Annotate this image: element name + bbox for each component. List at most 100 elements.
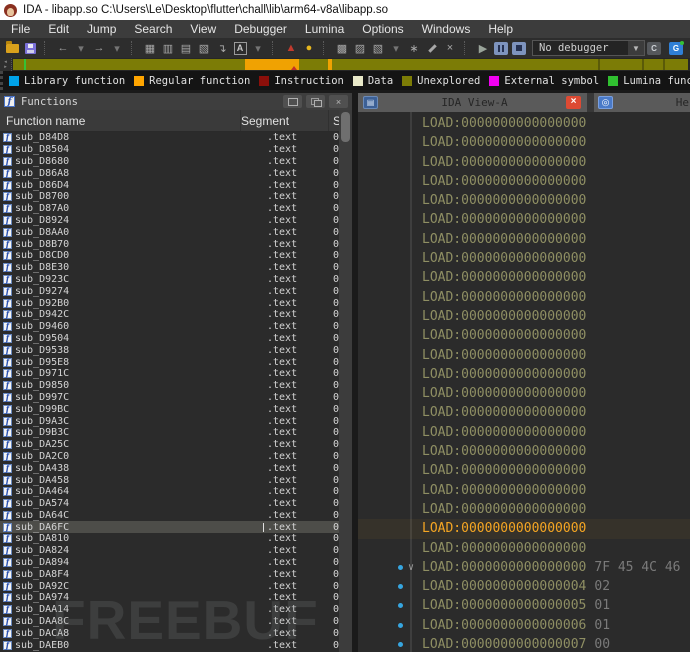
menu-item-view[interactable]: View: [181, 20, 225, 38]
function-row[interactable]: fsub_D86A8.text0: [0, 167, 352, 179]
problems-icon[interactable]: ▲: [283, 40, 299, 56]
function-row[interactable]: fsub_DA574.text0: [0, 498, 352, 510]
function-row[interactable]: fsub_D9274.text0: [0, 285, 352, 297]
function-row[interactable]: fsub_D9504.text0: [0, 333, 352, 345]
function-row[interactable]: fsub_DA464.text0: [0, 486, 352, 498]
disassembly-line[interactable]: LOAD:0000000000000000: [358, 403, 690, 422]
function-row[interactable]: fsub_DA6FC.text0: [0, 521, 352, 533]
function-attrs-icon[interactable]: ▧: [370, 40, 386, 56]
menu-item-search[interactable]: Search: [125, 20, 181, 38]
edit-pencil-icon[interactable]: [424, 40, 440, 56]
column-header-function-name[interactable]: Function name: [0, 110, 241, 131]
text-search-icon[interactable]: A: [232, 40, 248, 56]
remote-debugger-icon[interactable]: G: [668, 40, 684, 56]
menu-item-edit[interactable]: Edit: [39, 20, 78, 38]
function-row[interactable]: fsub_D942C.text0: [0, 309, 352, 321]
function-row[interactable]: fsub_DACA8.text0: [0, 627, 352, 639]
function-row[interactable]: fsub_D8504.text0: [0, 144, 352, 156]
disassembly-line[interactable]: LOAD:0000000000000000: [358, 346, 690, 365]
disassembly-view[interactable]: LOAD:0000000000000000LOAD:00000000000000…: [358, 112, 690, 652]
disassembly-line[interactable]: LOAD:0000000000000000: [358, 326, 690, 345]
tab-hex-view[interactable]: ◎ He: [594, 96, 690, 109]
function-row[interactable]: fsub_DAA14.text0: [0, 604, 352, 616]
function-row[interactable]: fsub_DAA8C.text0: [0, 616, 352, 628]
create-function-icon[interactable]: ▩: [334, 40, 350, 56]
column-header-segment[interactable]: Segment: [241, 110, 329, 131]
function-row[interactable]: fsub_D9A3C.text0: [0, 415, 352, 427]
function-row[interactable]: fsub_DA894.text0: [0, 557, 352, 569]
function-row[interactable]: fsub_D92B0.text0: [0, 297, 352, 309]
function-row[interactable]: fsub_D8E30.text0: [0, 262, 352, 274]
function-row[interactable]: fsub_D8924.text0: [0, 215, 352, 227]
disassembly-line[interactable]: LOAD:000000000000000700: [358, 635, 690, 652]
tab-ida-view-a[interactable]: IDA View-A: [383, 96, 566, 109]
collapse-arrow-icon[interactable]: ∨: [408, 558, 414, 577]
function-row[interactable]: fsub_DA458.text0: [0, 474, 352, 486]
function-row[interactable]: fsub_DA8F4.text0: [0, 568, 352, 580]
lumina-pull-icon[interactable]: ●: [301, 40, 317, 56]
navigate-forward-icon[interactable]: →: [91, 40, 107, 56]
navigation-band[interactable]: ◂▸: [0, 58, 690, 71]
cancel-icon[interactable]: ×: [442, 40, 458, 56]
back-history-dropdown[interactable]: ▾: [73, 40, 89, 56]
jump-down-icon[interactable]: ↴: [214, 40, 230, 56]
function-row[interactable]: fsub_D99BC.text0: [0, 403, 352, 415]
jump-to-xref-icon[interactable]: ▧: [196, 40, 212, 56]
debugger-windows-icon[interactable]: C: [646, 40, 662, 56]
disassembly-line[interactable]: LOAD:0000000000000000: [358, 210, 690, 229]
navband-track[interactable]: [13, 59, 688, 70]
disassembly-line[interactable]: LOAD:000000000000000501: [358, 596, 690, 615]
function-row[interactable]: fsub_DA92C.text0: [0, 580, 352, 592]
disassembly-line[interactable]: LOAD:0000000000000000: [358, 114, 690, 133]
maximize-panel-button[interactable]: [283, 95, 302, 108]
disassembly-line[interactable]: LOAD:0000000000000000: [358, 461, 690, 480]
function-row[interactable]: fsub_DA2C0.text0: [0, 451, 352, 463]
function-row[interactable]: fsub_DA824.text0: [0, 545, 352, 557]
function-row[interactable]: fsub_D9460.text0: [0, 321, 352, 333]
menu-item-options[interactable]: Options: [353, 20, 412, 38]
debugger-stop-icon[interactable]: [511, 40, 527, 56]
disassembly-line[interactable]: LOAD:0000000000000000: [358, 423, 690, 442]
navband-arrow-icon[interactable]: ▸: [4, 65, 7, 70]
function-row[interactable]: fsub_D8CD0.text0: [0, 250, 352, 262]
function-row[interactable]: fsub_D923C.text0: [0, 274, 352, 286]
float-panel-button[interactable]: [306, 95, 325, 108]
debugger-selector[interactable]: No debugger▼: [532, 40, 645, 56]
function-row[interactable]: fsub_D8AA0.text0: [0, 226, 352, 238]
function-row[interactable]: fsub_DAEB0.text0: [0, 639, 352, 651]
disassembly-line[interactable]: LOAD:0000000000000000: [358, 288, 690, 307]
function-row[interactable]: fsub_DA810.text0: [0, 533, 352, 545]
function-row[interactable]: fsub_D971C.text0: [0, 368, 352, 380]
function-row[interactable]: fsub_D9538.text0: [0, 344, 352, 356]
disassembly-line[interactable]: LOAD:0000000000000000: [358, 442, 690, 461]
function-row[interactable]: fsub_D86D4.text0: [0, 179, 352, 191]
menu-item-help[interactable]: Help: [479, 20, 522, 38]
disassembly-line[interactable]: LOAD:000000000000000402: [358, 577, 690, 596]
function-row[interactable]: fsub_D997C.text0: [0, 392, 352, 404]
disassembly-line[interactable]: LOAD:0000000000000000: [358, 500, 690, 519]
close-tab-button[interactable]: ×: [566, 96, 581, 109]
disassembly-line[interactable]: ∨LOAD:00000000000000007F 45 4C 46: [358, 558, 690, 577]
jump-to-function-icon[interactable]: ▦: [142, 40, 158, 56]
disassembly-line[interactable]: LOAD:0000000000000000: [358, 481, 690, 500]
jump-to-address-icon[interactable]: ▤: [178, 40, 194, 56]
disassembly-line[interactable]: LOAD:0000000000000000: [358, 133, 690, 152]
function-row[interactable]: fsub_D87A0.text0: [0, 203, 352, 215]
function-row[interactable]: fsub_D9B3C.text0: [0, 427, 352, 439]
disassembly-line[interactable]: LOAD:0000000000000000: [358, 191, 690, 210]
menu-item-file[interactable]: File: [2, 20, 39, 38]
navigate-back-icon[interactable]: ←: [55, 40, 71, 56]
function-row[interactable]: fsub_DA438.text0: [0, 462, 352, 474]
function-row[interactable]: fsub_DA25C.text0: [0, 439, 352, 451]
function-row[interactable]: fsub_D8700.text0: [0, 191, 352, 203]
disassembly-line[interactable]: LOAD:0000000000000000: [358, 153, 690, 172]
function-row[interactable]: fsub_D8B70.text0: [0, 238, 352, 250]
navband-scroll-arrows[interactable]: ◂▸: [0, 58, 12, 71]
function-row[interactable]: fsub_D95E8.text0: [0, 356, 352, 368]
function-row[interactable]: fsub_DA974.text0: [0, 592, 352, 604]
scrollbar-thumb[interactable]: [341, 112, 350, 142]
function-row[interactable]: fsub_D8680.text0: [0, 156, 352, 168]
close-panel-button[interactable]: ×: [329, 95, 348, 108]
menu-item-windows[interactable]: Windows: [413, 20, 480, 38]
disassembly-line[interactable]: LOAD:0000000000000000: [358, 230, 690, 249]
